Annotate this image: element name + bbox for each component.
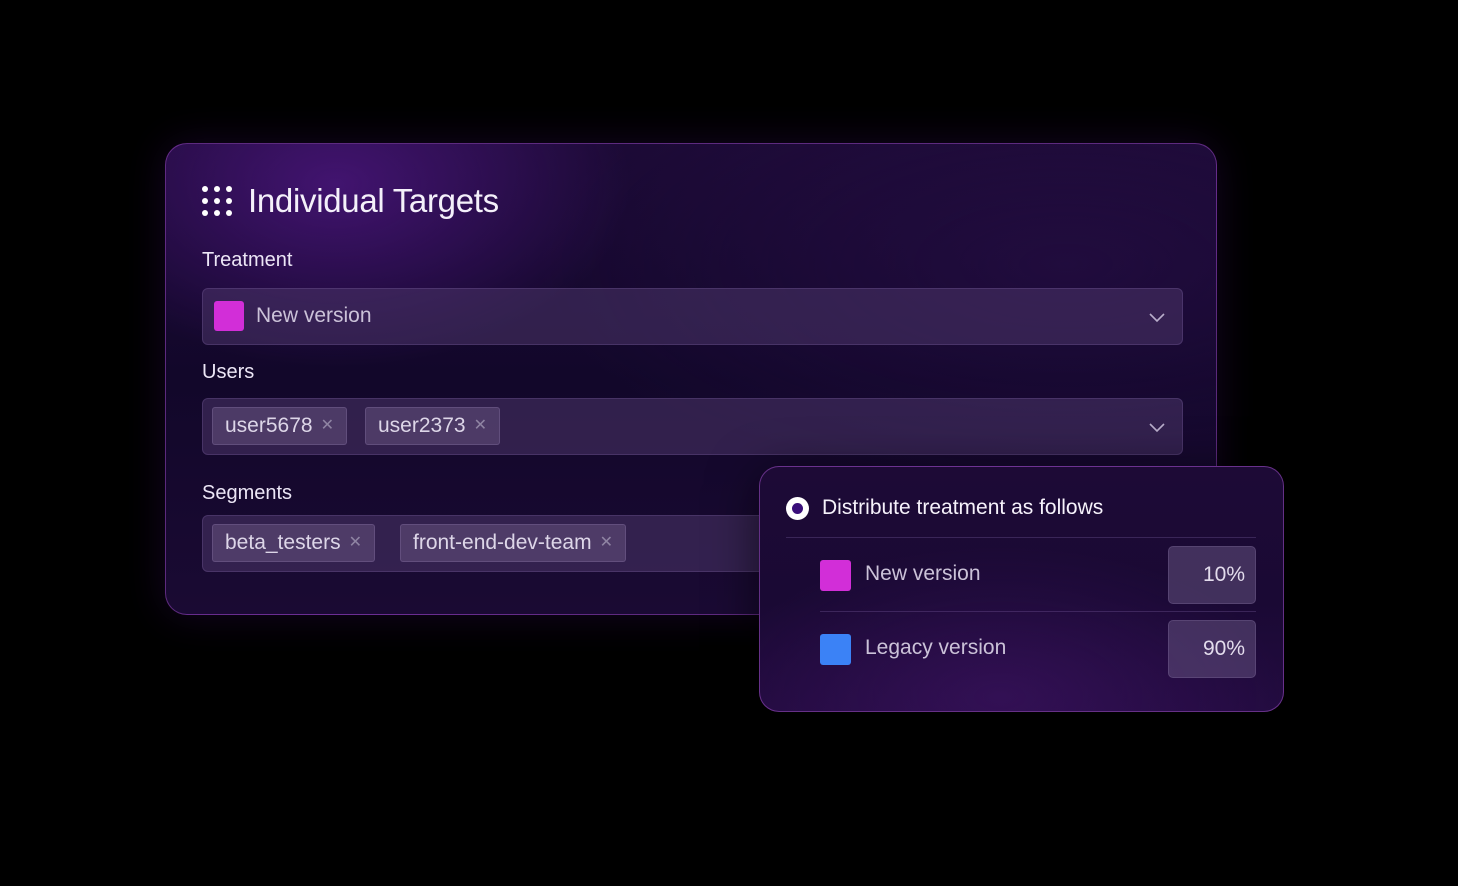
chevron-down-icon[interactable] xyxy=(1148,308,1166,326)
distribution-row-legacy-version: Legacy version 90% xyxy=(820,620,1256,678)
treatment-color-swatch xyxy=(214,301,244,331)
user-tag: user5678 ✕ xyxy=(212,407,347,445)
users-multiselect[interactable]: user5678 ✕ user2373 ✕ xyxy=(202,398,1183,455)
treatment-selected-value: New version xyxy=(256,304,372,327)
segment-tag: front-end-dev-team ✕ xyxy=(400,524,626,562)
user-tag-label: user2373 xyxy=(378,414,466,437)
distribution-row-name: New version xyxy=(865,562,981,585)
users-label: Users xyxy=(202,361,255,383)
card-header: Individual Targets xyxy=(202,182,499,220)
distribution-panel: Distribute treatment as follows New vers… xyxy=(759,466,1284,712)
chevron-down-icon[interactable] xyxy=(1148,418,1166,436)
distribution-row-new-version: New version 10% xyxy=(820,546,1256,604)
grid-dots-icon xyxy=(202,186,232,216)
divider xyxy=(820,611,1256,612)
page: Individual Targets Treatment New version… xyxy=(0,0,1458,886)
divider xyxy=(786,537,1256,538)
user-tag-label: user5678 xyxy=(225,414,313,437)
new-version-color-swatch xyxy=(820,560,851,591)
distribution-title: Distribute treatment as follows xyxy=(822,496,1104,519)
legacy-version-color-swatch xyxy=(820,634,851,665)
percent-input[interactable]: 10% xyxy=(1168,546,1256,604)
card-title: Individual Targets xyxy=(248,182,499,219)
distribution-header: Distribute treatment as follows xyxy=(786,496,1103,520)
segments-label: Segments xyxy=(202,482,293,504)
close-icon[interactable]: ✕ xyxy=(349,535,362,551)
percent-input[interactable]: 90% xyxy=(1168,620,1256,678)
segment-tag-label: front-end-dev-team xyxy=(413,531,592,554)
segment-tag: beta_testers ✕ xyxy=(212,524,375,562)
close-icon[interactable]: ✕ xyxy=(600,535,613,551)
distribute-radio[interactable] xyxy=(786,496,809,520)
segment-tag-label: beta_testers xyxy=(225,531,341,554)
close-icon[interactable]: ✕ xyxy=(321,418,334,434)
distribution-row-name: Legacy version xyxy=(865,636,1007,659)
user-tag: user2373 ✕ xyxy=(365,407,500,445)
treatment-label: Treatment xyxy=(202,249,293,271)
treatment-select[interactable]: New version xyxy=(202,288,1183,345)
close-icon[interactable]: ✕ xyxy=(474,418,487,434)
